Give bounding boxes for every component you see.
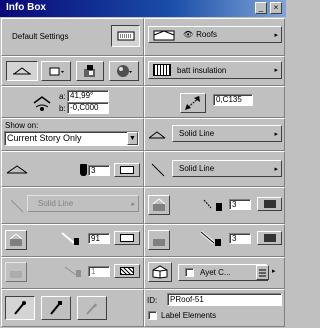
right-attribute-button-2[interactable]: [148, 230, 170, 250]
right-pen-field-2[interactable]: 3: [229, 233, 251, 244]
fill-attribute-button: [5, 262, 27, 282]
thickness-icon: [185, 96, 201, 110]
line-type-select-1[interactable]: Solid Line ▸: [172, 125, 282, 142]
roof-plane-icon: [13, 67, 31, 75]
rectangle-roof-button[interactable]: [41, 61, 71, 81]
chevron-right-icon: ▸: [131, 200, 135, 208]
layer-select[interactable]: Ayet C...: [178, 264, 268, 281]
sphere-icon: [117, 65, 132, 77]
show-on-select[interactable]: Current Story Only: [4, 131, 139, 146]
section-pen-field[interactable]: 91: [88, 233, 110, 244]
material-pattern-icon: [153, 64, 171, 76]
material-label: batt insulation: [177, 65, 227, 75]
disabled-line-type-label: Solid Line: [38, 199, 74, 208]
roof-tool-icon: [84, 65, 95, 77]
id-field[interactable]: PRoof-51: [167, 293, 282, 306]
id-label: ID:: [147, 296, 158, 305]
line-type-select-2[interactable]: Solid Line ▸: [172, 160, 282, 177]
roofs-select[interactable]: 👁 Roofs ▸: [148, 26, 282, 43]
minimize-button[interactable]: _: [255, 2, 267, 14]
pen-stroke-icon: [200, 231, 224, 247]
layer-list-button[interactable]: [256, 265, 269, 280]
chevron-right-icon[interactable]: ▸: [272, 267, 276, 275]
chevron-right-icon: ▸: [274, 31, 278, 39]
line-diagonal-icon: [10, 199, 24, 213]
disabled-line-type-select: Solid Line ▸: [27, 195, 139, 212]
pen-icon: [80, 164, 87, 176]
pen-color-swatch: [120, 234, 134, 242]
rotated-roof-button[interactable]: [76, 61, 104, 81]
default-settings-label: Default Settings: [12, 32, 69, 41]
line-type-label-1: Solid Line: [179, 129, 215, 138]
show-on-label: Show on:: [5, 121, 39, 130]
cube-icon: [152, 265, 168, 279]
eyedropper-icon: [14, 301, 26, 315]
hatch-pattern-swatch: [120, 267, 134, 275]
section-icon: [9, 233, 23, 246]
offset-field[interactable]: -0,C000: [67, 102, 109, 114]
pen-color-swatch: [120, 166, 134, 174]
pick-up-settings-button[interactable]: [5, 296, 35, 320]
roof-icon: [153, 29, 175, 40]
layer-button[interactable]: [148, 262, 172, 282]
single-plane-roof-button[interactable]: [6, 61, 38, 81]
layer-visibility-checkbox[interactable]: [185, 268, 194, 277]
fill-pen-field: 1: [88, 266, 110, 277]
eye-icon: 👁: [183, 30, 194, 39]
right-pen-color-button-1[interactable]: [257, 197, 282, 211]
pen-stroke-icon: [61, 232, 81, 246]
section-pen-color-button[interactable]: [114, 231, 140, 245]
fill-icon: [10, 271, 22, 278]
section-attribute-button[interactable]: [5, 230, 27, 250]
thickness-field[interactable]: 0,C135: [213, 94, 253, 106]
chevron-down-icon[interactable]: ▼: [127, 132, 138, 145]
chevron-right-icon: ▸: [274, 130, 278, 138]
pen-color-swatch: [263, 234, 276, 242]
chevron-right-icon: ▸: [274, 67, 278, 74]
fill-pattern-button: [114, 264, 140, 278]
roof-contour-icon: [6, 163, 28, 175]
label-elements-checkbox[interactable]: [148, 311, 157, 320]
roofs-label: Roofs: [196, 30, 218, 39]
roof-contour-icon: [148, 130, 166, 140]
magic-wand-icon: ✶: [86, 303, 98, 315]
line-diagonal-icon: [151, 163, 165, 177]
pen-stroke-icon: [203, 198, 225, 212]
material-select[interactable]: batt insulation ▸: [148, 61, 282, 79]
right-pen-field-1[interactable]: 3: [229, 199, 251, 210]
roof-angle-field[interactable]: 41,99°: [67, 90, 109, 102]
dome-roof-button[interactable]: [109, 61, 139, 81]
inject-settings-button[interactable]: [41, 296, 71, 320]
label-elements-label: Label Elements: [161, 311, 217, 320]
angle-label: a:: [59, 92, 66, 101]
right-pen-color-button-2[interactable]: [257, 231, 282, 245]
right-attribute-button-1[interactable]: [148, 195, 170, 215]
window-title: Info Box: [6, 2, 46, 13]
svg-text:✶: ✶: [93, 303, 98, 310]
syringe-icon: [50, 301, 62, 315]
close-button[interactable]: ×: [270, 2, 282, 14]
fill-icon: [153, 239, 165, 246]
layer-label: Ayet C...: [200, 268, 231, 277]
contour-pen-color-button[interactable]: [114, 163, 140, 177]
magic-wand-button[interactable]: ✶: [77, 296, 107, 320]
list-icon: [259, 269, 266, 277]
offset-label: b:: [59, 104, 66, 113]
contour-pen-field[interactable]: 3: [88, 165, 110, 176]
settings-dialog-icon: [117, 31, 134, 41]
chevron-right-icon: ▸: [274, 165, 278, 173]
rectangle-icon: [49, 67, 64, 76]
default-settings-button[interactable]: [111, 25, 140, 47]
pen-stroke-icon: [64, 266, 84, 278]
section-icon: [152, 198, 166, 211]
pen-color-swatch: [263, 200, 276, 208]
line-type-label-2: Solid Line: [179, 164, 215, 173]
roof-angle-icon: [30, 89, 58, 115]
thickness-button[interactable]: [180, 93, 206, 113]
